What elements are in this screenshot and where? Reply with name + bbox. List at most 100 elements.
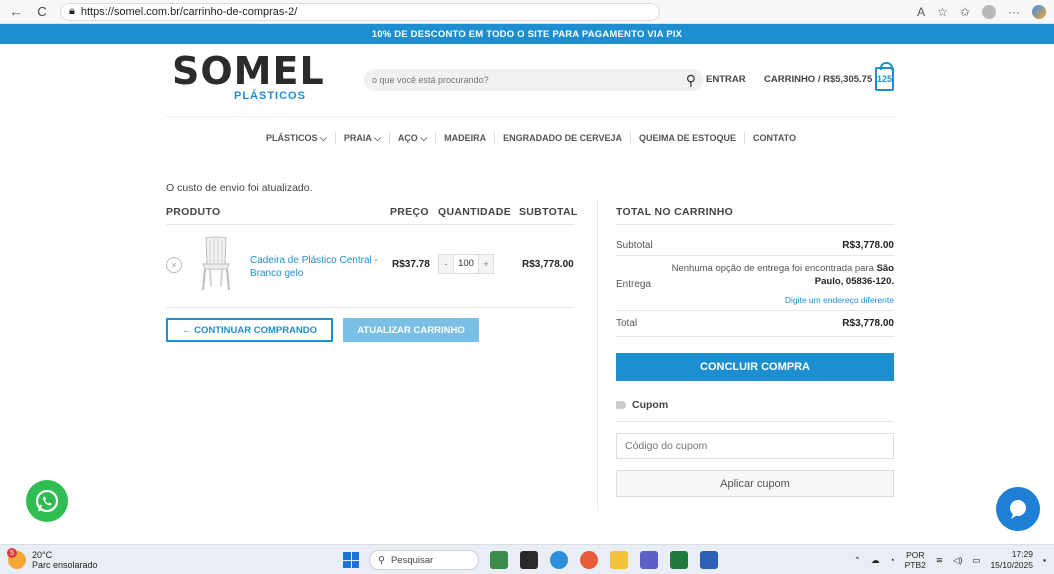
subtotal-value: R$3,778.00: [842, 240, 894, 251]
battery-icon[interactable]: ▭: [972, 555, 980, 566]
continue-shopping-button[interactable]: ← CONTINUAR COMPRANDO: [166, 318, 333, 342]
subtotal-label: Subtotal: [616, 240, 653, 251]
quantity-increase-button[interactable]: +: [479, 259, 493, 270]
quantity-stepper: - 100 +: [438, 254, 494, 274]
address-text: https://somel.com.br/carrinho-de-compras…: [80, 5, 298, 18]
shipping-message: Nenhuma opção de entrega foi encontrada …: [650, 262, 894, 288]
change-address-link[interactable]: Digite um endereço diferente: [785, 295, 894, 305]
line-subtotal: R$3,778.00: [522, 259, 574, 270]
taskbar-search[interactable]: ⚲ Pesquisar: [369, 550, 479, 570]
weather-sun-icon: 5: [7, 548, 26, 569]
google-drive-icon[interactable]: ◔: [890, 555, 895, 565]
favorites-bar-icon[interactable]: ✩: [960, 5, 970, 19]
total-label: Total: [616, 318, 638, 329]
update-cart-button[interactable]: ATUALIZAR CARRINHO: [343, 318, 479, 342]
remove-item-button[interactable]: ×: [166, 257, 182, 273]
shipping-notice: O custo de envio foi atualizado.: [166, 182, 313, 194]
notification-badge: 5: [7, 548, 17, 558]
more-icon[interactable]: ···: [1008, 5, 1020, 19]
language-code: POR: [906, 550, 925, 560]
apply-coupon-button[interactable]: Aplicar cupom: [616, 470, 894, 497]
total-value: R$3,778.00: [842, 318, 894, 329]
search-icon[interactable]: ⚲: [686, 72, 696, 89]
copilot-icon[interactable]: [1032, 4, 1046, 19]
totals-divider: [616, 255, 894, 256]
taskbar-apps: [490, 551, 718, 569]
wifi-icon[interactable]: ≋: [936, 555, 943, 566]
coupon-divider: [616, 421, 894, 422]
read-aloud-icon[interactable]: A: [917, 5, 925, 19]
volume-icon[interactable]: ◁): [953, 555, 962, 566]
file-explorer-icon[interactable]: [610, 551, 628, 569]
app-icon-chrome[interactable]: [580, 551, 598, 569]
nav-item-praia[interactable]: PRAIA ⌵: [336, 131, 390, 144]
notifications-icon[interactable]: ▪: [1043, 555, 1046, 565]
clock-date: 15/10/2025: [990, 560, 1033, 570]
tag-icon: [616, 401, 626, 409]
coupon-heading: Cupom: [616, 399, 668, 411]
weather-temperature: 20°C: [32, 550, 53, 560]
column-header-subtotal: SUBTOTAL: [519, 206, 578, 218]
search-bar: ⚲: [364, 69, 704, 91]
weather-widget[interactable]: 5 20°C Parc ensolarado: [7, 548, 98, 570]
keyboard-layout: PTB2: [904, 560, 926, 570]
product-price: R$37.78: [392, 259, 430, 270]
site-header: SOMEL PLÁSTICOS ⚲ ENTRAR CARRINHO / R$5,…: [0, 44, 1054, 116]
excel-icon[interactable]: [670, 551, 688, 569]
table-row-divider: [166, 307, 574, 308]
cloud-icon[interactable]: ☁: [871, 555, 880, 566]
reload-icon[interactable]: C: [34, 4, 50, 19]
column-header-price: PREÇO: [390, 206, 429, 218]
cart-count-badge[interactable]: 125: [875, 62, 894, 91]
favorite-icon[interactable]: ☆: [937, 5, 948, 19]
chat-bubble-icon[interactable]: [996, 487, 1040, 531]
system-tray: ⌃ ☁ ◔ POR PTB2 ≋ ◁) ▭ 17:29 15/10/2025 ▪: [854, 549, 1046, 571]
search-input[interactable]: [372, 75, 686, 85]
weather-description: Parc ensolarado: [32, 560, 98, 570]
totals-divider: [616, 310, 894, 311]
coupon-code-input[interactable]: [616, 433, 894, 459]
teams-icon[interactable]: [640, 551, 658, 569]
cart-link[interactable]: CARRINHO / R$5,305.75: [764, 74, 872, 85]
clock[interactable]: 17:29 15/10/2025: [990, 549, 1033, 571]
address-bar[interactable]: 🔒︎ https://somel.com.br/carrinho-de-comp…: [60, 2, 660, 21]
back-icon[interactable]: ←: [8, 4, 24, 19]
nav-item-contato[interactable]: CONTATO: [745, 132, 804, 144]
site-logo[interactable]: SOMEL PLÁSTICOS: [172, 49, 325, 110]
column-header-quantity: QUANTIDADE: [438, 206, 511, 218]
nav-item-engradado[interactable]: ENGRADADO DE CERVEJA: [495, 131, 631, 144]
os-taskbar: 5 20°C Parc ensolarado ⚲ Pesquisar ⌃ ☁ ◔…: [0, 544, 1054, 574]
lock-icon: 🔒︎: [69, 5, 75, 17]
word-icon[interactable]: [700, 551, 718, 569]
nav-item-queima[interactable]: QUEIMA DE ESTOQUE: [631, 131, 746, 144]
logo-subtitle: PLÁSTICOS: [234, 90, 306, 102]
whatsapp-icon[interactable]: [26, 480, 68, 522]
quantity-decrease-button[interactable]: -: [439, 259, 453, 270]
checkout-button[interactable]: CONCLUIR COMPRA: [616, 353, 894, 381]
coupon-title: Cupom: [632, 399, 669, 411]
windows-start-icon[interactable]: [343, 552, 359, 568]
nav-item-aco[interactable]: AÇO ⌵: [390, 131, 437, 144]
totals-divider: [616, 336, 894, 337]
login-link[interactable]: ENTRAR: [706, 74, 746, 85]
shipping-message-text: Nenhuma opção de entrega foi encontrada …: [671, 263, 874, 274]
chevron-up-icon[interactable]: ⌃: [854, 555, 861, 566]
logo-text: SOMEL: [172, 49, 325, 93]
browser-toolbar: ← C 🔒︎ https://somel.com.br/carrinho-de-…: [0, 0, 1054, 24]
product-name-link[interactable]: Cadeira de Plástico Central - Branco gel…: [250, 254, 380, 280]
cart-totals-title: TOTAL NO CARRINHO: [616, 206, 734, 218]
shipping-label: Entrega: [616, 279, 652, 290]
quantity-input[interactable]: 100: [453, 255, 479, 273]
app-icon-terminal[interactable]: [520, 551, 538, 569]
profile-icon[interactable]: [982, 4, 996, 19]
language-indicator[interactable]: POR PTB2: [905, 550, 926, 570]
promo-bar: 10% DE DESCONTO EM TODO O SITE PARA PAGA…: [0, 24, 1054, 44]
nav-item-madeira[interactable]: MADEIRA: [436, 131, 496, 144]
edge-icon[interactable]: [550, 551, 568, 569]
app-icon-photos[interactable]: [490, 551, 508, 569]
nav-item-plasticos[interactable]: PLÁSTICOS ⌵: [258, 131, 336, 144]
totals-divider: [616, 224, 894, 225]
table-header-divider: [166, 224, 574, 225]
column-divider: [597, 200, 598, 510]
product-thumbnail[interactable]: [198, 236, 234, 292]
